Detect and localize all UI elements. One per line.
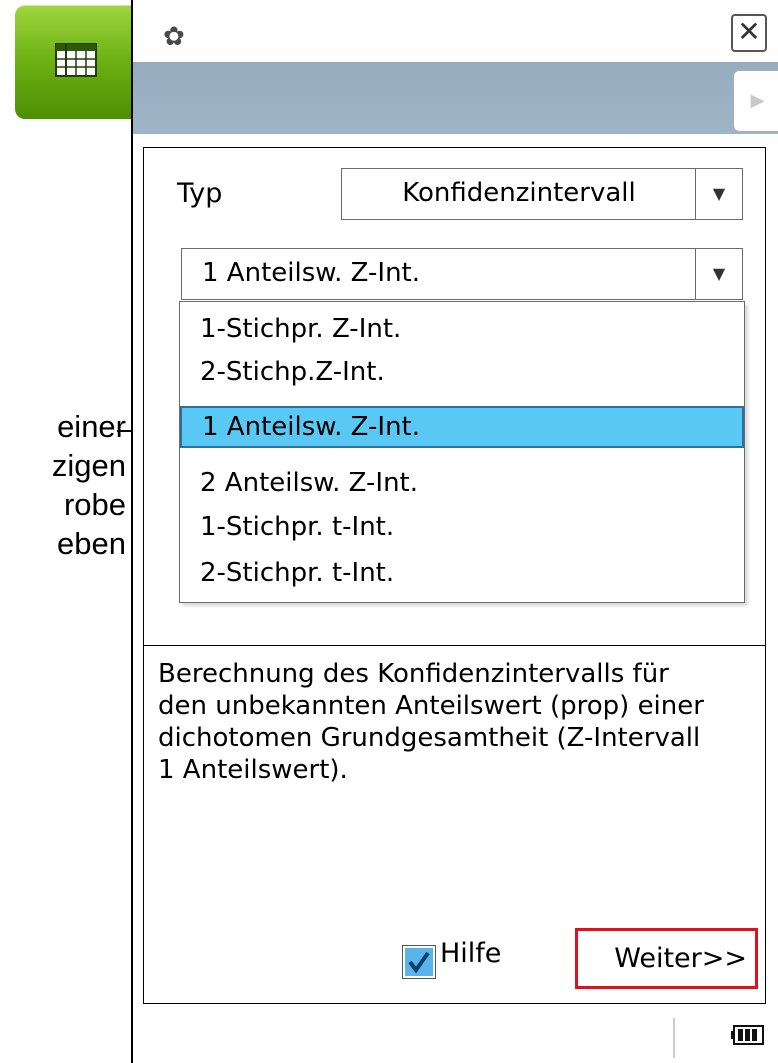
next-button[interactable]: Weiter>> — [575, 928, 758, 989]
dropdown-option[interactable]: 1-Stichpr. Z-Int. — [180, 308, 744, 350]
annotation-line: eben — [57, 526, 126, 561]
help-line: 1 Anteilswert). — [158, 755, 348, 785]
dropdown-option[interactable]: 2 Anteilsw. Z-Int. — [180, 462, 744, 504]
type-label: Typ — [177, 178, 223, 209]
annotation-line: einer — [57, 409, 126, 444]
spreadsheet-app-tab[interactable] — [15, 5, 135, 119]
help-line: Berechnung des Konfidenzintervalls für — [158, 659, 669, 689]
annotation-line: zigen — [51, 448, 126, 483]
help-checkbox[interactable] — [402, 945, 436, 979]
dropdown-option[interactable]: 2-Stichp.Z-Int. — [180, 351, 744, 393]
dropdown-option[interactable]: 2-Stichpr. t-Int. — [180, 552, 744, 594]
help-checkbox-label[interactable]: Hilfe — [440, 938, 501, 969]
annotation-line: robe — [63, 487, 126, 522]
type-select[interactable]: Konfidenzintervall ▼ — [341, 168, 743, 220]
gear-icon[interactable]: ✿ — [163, 24, 185, 50]
type-select-value: Konfidenzintervall — [402, 178, 636, 208]
help-description: Berechnung des Konfidenzintervalls für d… — [158, 658, 758, 786]
close-button[interactable]: ✕ — [731, 14, 767, 52]
interval-dialog: Typ Konfidenzintervall ▼ 1 Anteilsw. Z-I… — [143, 147, 766, 1004]
check-icon — [405, 948, 433, 976]
annotation-text: einer zigen robe eben — [52, 407, 126, 563]
method-dropdown-list: 1-Stichpr. Z-Int. 2-Stichp.Z-Int. 1 Ante… — [179, 301, 745, 603]
title-bar: ✿ ✕ — [133, 0, 778, 62]
spreadsheet-icon — [55, 43, 97, 77]
method-select[interactable]: 1 Anteilsw. Z-Int. ▼ — [181, 248, 743, 300]
method-select-value: 1 Anteilsw. Z-Int. — [202, 258, 421, 288]
play-button[interactable]: ▶ — [733, 70, 778, 132]
chevron-down-icon[interactable]: ▼ — [695, 169, 742, 219]
help-line: den unbekannten Anteilswert (prop) einer — [158, 691, 704, 721]
toolbar — [133, 62, 778, 134]
status-bar — [133, 1015, 778, 1063]
battery-icon — [731, 1025, 764, 1045]
status-divider — [673, 1018, 675, 1058]
help-line: dichotomen Grundgesamtheit (Z-Intervall — [158, 723, 701, 753]
dropdown-option[interactable]: 1-Stichpr. t-Int. — [180, 506, 744, 548]
divider — [144, 645, 765, 646]
chevron-down-icon[interactable]: ▼ — [695, 249, 742, 299]
calculator-window: ✿ ✕ ▶ Typ Konfidenzintervall ▼ 1 Anteils… — [131, 0, 778, 1063]
dropdown-option-selected[interactable]: 1 Anteilsw. Z-Int. — [180, 406, 744, 448]
